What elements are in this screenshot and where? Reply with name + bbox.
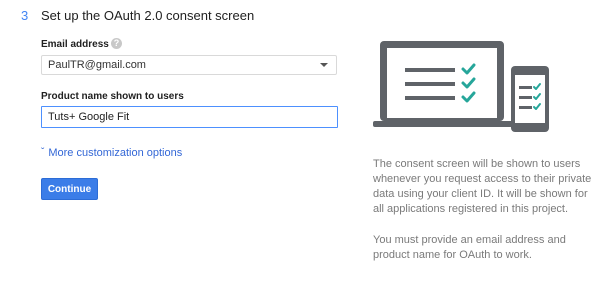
requirement-info-text: You must provide an email address and pr… (373, 234, 566, 261)
help-circle-icon[interactable]: ? (111, 38, 122, 49)
email-select[interactable]: PaulTR@gmail.com (41, 55, 337, 75)
step-number: 3 (21, 8, 29, 23)
product-name-input[interactable] (41, 106, 338, 128)
email-selected-value: PaulTR@gmail.com (48, 59, 146, 71)
page-title: Set up the OAuth 2.0 consent screen (41, 8, 255, 23)
product-name-label: Product name shown to users (41, 91, 184, 102)
chevron-down-icon: ˇ (41, 147, 45, 158)
phone-icon (511, 66, 549, 132)
continue-button[interactable]: Continue (41, 178, 98, 200)
email-label: Email address (41, 39, 109, 50)
dropdown-arrow-icon (320, 63, 328, 67)
consent-screen-illustration (373, 41, 549, 132)
laptop-icon (373, 41, 517, 127)
consent-info-text: The consent screen will be shown to user… (373, 158, 592, 215)
more-customization-label: More customization options (48, 147, 183, 159)
more-customization-link[interactable]: ˇ More customization options (41, 147, 182, 159)
